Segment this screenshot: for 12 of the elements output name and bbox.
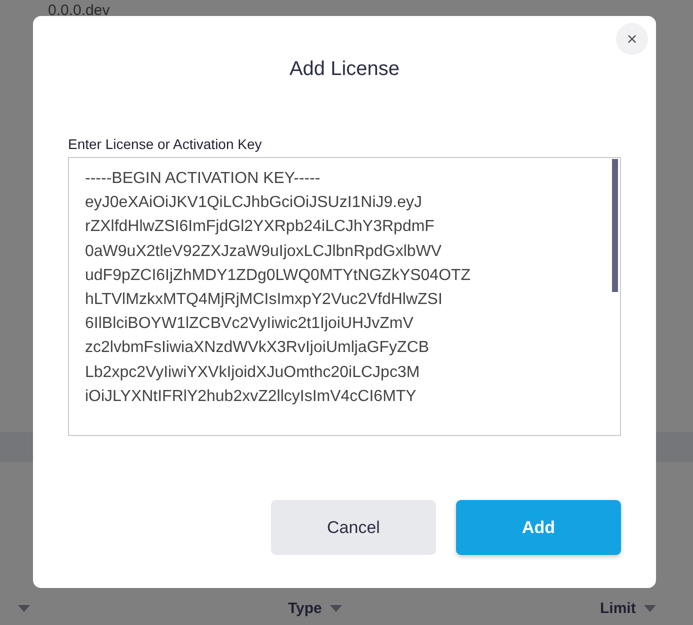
caret-icon: [644, 604, 656, 612]
scrollbar-thumb[interactable]: [612, 159, 618, 292]
license-key-field[interactable]: -----BEGIN ACTIVATION KEY----- eyJ0eXAiOiJKV1QiLCJhbGciOiJSUzI1NiJ9.eyJ rZXlfdHlwZSI6ImFjdGl2YXRpb24iLCJhY3RpdmF 0aW9uX2tleV92ZXJzaW9uIjoxLCJlbnRpdGxlbWV udF9pZCI6IjZhMDY1ZDg0LWQ0MTYtNGZkYS04OTZ hLTVlMzkxMTQ4MjRjMCIsImxpY2Vuc2VfdHlwZSI 6IlBlciBOYW1lZCBVc2VyIiwic2t1IjoiUHJvZmV zc2lvbmFsIiwiaXNzdWVkX3RvIjoiUmljaGFyZCB Lb2xpc2VyIiwiYXVkIjoidXJuOmthc20iLCJpc3M iOiJLYXNtIFRlY2hub2xvZ2llcyIsImV4cCI6MTY: [68, 157, 621, 436]
caret-icon: [330, 604, 342, 612]
cancel-button[interactable]: Cancel: [271, 500, 436, 555]
column-header[interactable]: Limit: [600, 600, 693, 616]
version-text: 0.0.0.dev: [47, 1, 111, 21]
caret-icon[interactable]: [18, 604, 30, 612]
field-label: Enter License or Activation Key: [68, 136, 263, 152]
dialog-title: Add License: [288, 58, 401, 81]
column-header[interactable]: Type: [288, 600, 600, 616]
close-button[interactable]: ×: [616, 23, 648, 55]
